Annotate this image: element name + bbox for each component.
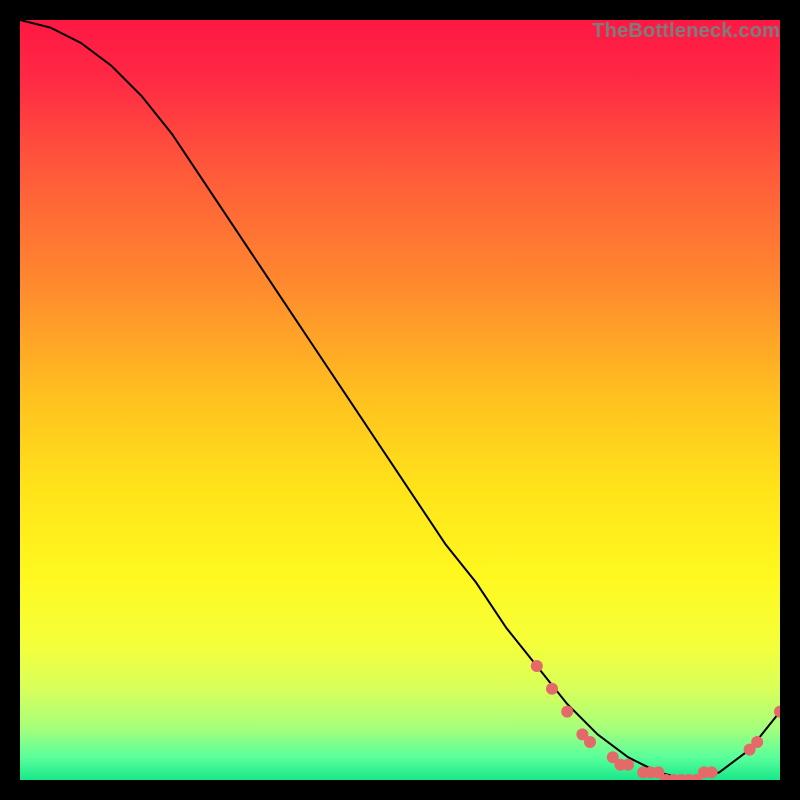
highlight-marker [622,759,634,771]
highlight-marker [561,706,573,718]
highlight-marker [584,736,596,748]
plot-area: TheBottleneck.com [20,20,780,780]
chart-stage: TheBottleneck.com [0,0,800,800]
line-layer [20,20,780,780]
highlight-marker [531,660,543,672]
watermark-text: TheBottleneck.com [592,20,780,43]
highlight-marker [706,766,718,778]
highlight-marker [751,736,763,748]
bottleneck-curve [20,20,780,780]
highlight-markers [531,660,780,780]
highlight-marker [546,683,558,695]
highlight-marker [774,706,780,718]
